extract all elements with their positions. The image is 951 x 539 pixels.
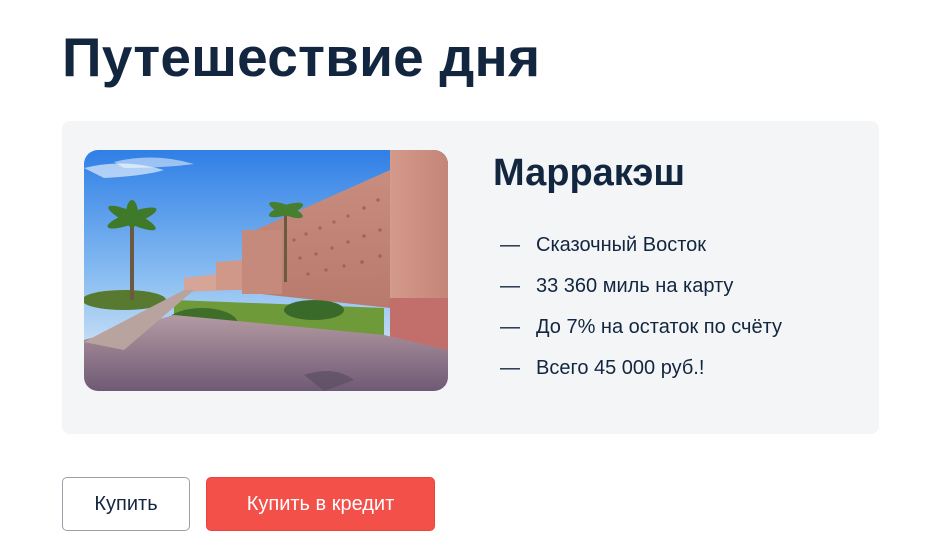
feature-item: — Сказочный Восток bbox=[500, 233, 782, 274]
dash-bullet: — bbox=[500, 357, 520, 379]
feature-text: Всего 45 000 руб.! bbox=[536, 357, 705, 379]
dash-bullet: — bbox=[500, 316, 520, 338]
dash-bullet: — bbox=[500, 275, 520, 297]
city-title: Марракэш bbox=[493, 152, 685, 194]
feature-text: 33 360 миль на карту bbox=[536, 275, 734, 297]
buy-button[interactable]: Купить bbox=[62, 477, 190, 531]
feature-text: До 7% на остаток по счёту bbox=[536, 316, 782, 338]
feature-list: — Сказочный Восток —33 360 миль на карту … bbox=[500, 233, 782, 397]
offer-card: Марракэш — Сказочный Восток — 33 360 миль … bbox=[62, 121, 879, 434]
feature-text: Сказочный Восток bbox=[536, 234, 706, 256]
feature-item: — До 7% на остаток по счёту bbox=[500, 315, 782, 356]
dash-bullet: — bbox=[500, 234, 520, 256]
buy-on-credit-button[interactable]: Купить в кредит bbox=[206, 477, 435, 531]
page-title: Путешествие дня bbox=[62, 26, 541, 88]
feature-item: — Всего 45 000 руб.! bbox=[500, 356, 782, 397]
destination-photo bbox=[84, 150, 448, 391]
feature-item: — 33 360 миль на карту bbox=[500, 274, 782, 315]
